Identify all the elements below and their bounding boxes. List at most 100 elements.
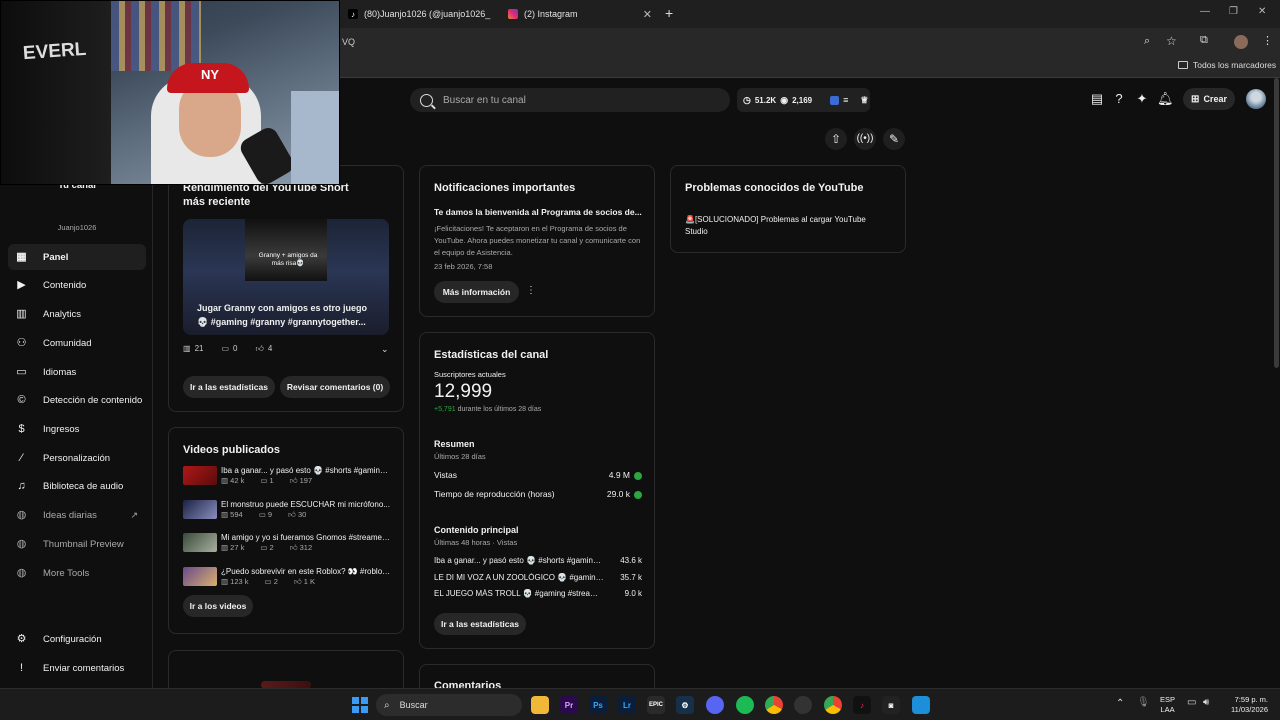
bell-icon[interactable]: 🔔︎ [1157, 91, 1174, 107]
windows-start-icon[interactable] [352, 697, 368, 713]
go-to-videos-button[interactable]: Ir a los videos [183, 595, 253, 617]
metric-row: Vistas 4.9 M [434, 470, 642, 480]
help-icon[interactable]: ? [1111, 91, 1127, 107]
top-content-row[interactable]: Iba a ganar... y pasó esto 💀 #shorts #ga… [434, 556, 642, 565]
photos-icon[interactable] [912, 696, 930, 714]
create-post-icon[interactable]: ✎ [883, 128, 905, 150]
clock[interactable]: 7:59 p. m. 11/03/2026 [1224, 695, 1268, 715]
subs-delta-suffix: durante los últimos 28 días [457, 406, 542, 413]
page-scrollbar[interactable] [1274, 78, 1279, 368]
tab-instagram[interactable]: (2) Instagram ✕ [508, 4, 652, 24]
volume-icon[interactable]: 🔊︎ [1203, 697, 1209, 708]
extension-icon: ◍ [16, 537, 27, 550]
top-content-row[interactable]: EL JUEGO MÁS TROLL 💀 #gaming #streamer #… [434, 589, 642, 598]
webcam-overlay: EVERL NY [0, 0, 340, 185]
video-stats: ▥ 42 k ▭ 1 👍︎ 197 [221, 476, 313, 485]
url-text[interactable]: VQ [342, 37, 355, 47]
realtime-stats-pill[interactable]: ◷ 51.2K ◉ 2,169 ≡ ♕ [737, 88, 870, 112]
extension-badge-icon[interactable] [830, 95, 840, 105]
obs-icon[interactable] [794, 696, 812, 714]
short-thumbnail[interactable]: Granny + amigos da más risa💀 Jugar Grann… [183, 219, 389, 335]
app-icon[interactable]: ◙ [882, 696, 900, 714]
gear-icon: ⚙ [16, 632, 27, 645]
browser-menu-icon[interactable]: ⋮ [1262, 34, 1273, 47]
list-item[interactable]: El monstruo puede ESCUCHAR mi micrófono.… [183, 500, 393, 528]
chevron-down-icon[interactable]: ⌄ [381, 344, 389, 355]
sidebar-item-more-tools[interactable]: ◍ More Tools [8, 560, 146, 586]
review-comments-button[interactable]: Revisar comentarios (0) [280, 376, 390, 398]
content-icon: ▶ [17, 278, 26, 291]
sparkle-icon[interactable]: ✦ [1134, 91, 1150, 107]
sidebar-item-personalizacion[interactable]: ⁄ Personalización [8, 445, 146, 471]
channel-search-input[interactable]: Buscar en tu canal [410, 88, 730, 112]
trophy-icon[interactable]: ♕ [860, 95, 868, 106]
ideas-icon: ◍ [16, 508, 27, 521]
more-info-button[interactable]: Más información [434, 281, 519, 303]
minimize-icon[interactable]: — [1200, 6, 1210, 17]
extensions-icon[interactable]: ⧉ [1200, 34, 1208, 47]
sidebar-item-deteccion[interactable]: © Detección de contenido [8, 387, 146, 413]
spotify-icon[interactable] [736, 696, 754, 714]
metric-label: Tiempo de reproducción (horas) [434, 489, 555, 499]
top-content-value: 35.7 k [620, 573, 642, 582]
subtitles-icon[interactable]: ▤ [1089, 91, 1105, 107]
sidebar-item-comunidad[interactable]: ⚇ Comunidad [8, 330, 146, 356]
sidebar-item-label: Contenido [43, 279, 87, 291]
shelf-figures [111, 1, 201, 71]
list-item[interactable]: Iba a ganar... y pasó esto 💀 #shorts #ga… [183, 466, 393, 494]
language-indicator[interactable]: ESP LAA [1160, 695, 1175, 715]
top-content-row[interactable]: LE DI MI VOZ A UN ZOOLÓGICO 💀 #gaming #j… [434, 573, 642, 582]
go-to-stats-button[interactable]: Ir a las estadísticas [434, 613, 526, 635]
more-options-icon[interactable]: ⋮ [526, 285, 536, 296]
close-tab-icon[interactable]: ✕ [643, 8, 652, 21]
card-title: Videos publicados [183, 444, 280, 456]
tray-chevron-icon[interactable]: ⌃ [1116, 698, 1124, 709]
taskbar-search[interactable]: ⌕ Buscar [376, 694, 522, 716]
account-avatar[interactable] [1246, 89, 1266, 109]
upload-icon[interactable]: ⇧ [825, 128, 847, 150]
sort-icon[interactable]: ≡ [843, 95, 848, 105]
restore-icon[interactable]: ❐ [1229, 6, 1238, 17]
subtitles-icon: ▭ [16, 365, 27, 378]
create-button[interactable]: ⊞ Crear [1183, 88, 1235, 110]
zoom-icon[interactable]: ⌕ [1144, 35, 1150, 48]
chrome-profile-icon[interactable] [824, 696, 842, 714]
sidebar-item-idiomas[interactable]: ▭ Idiomas [8, 359, 146, 385]
sidebar-item-thumbnail-preview[interactable]: ◍ Thumbnail Preview [8, 531, 146, 557]
photoshop-icon[interactable]: Ps [589, 696, 607, 714]
all-bookmarks-button[interactable]: Todos los marcadores [1178, 60, 1276, 70]
lightroom-icon[interactable]: Lr [618, 696, 636, 714]
steam-icon[interactable]: ⚙ [676, 696, 694, 714]
tiktok-icon[interactable]: ♪ [853, 696, 871, 714]
file-explorer-icon[interactable] [531, 696, 549, 714]
list-item[interactable]: Mi amigo y yo si fueramos Gnomos #stream… [183, 533, 393, 561]
sidebar-item-biblioteca-audio[interactable]: ♫ Biblioteca de audio [8, 473, 146, 499]
go-to-stats-button[interactable]: Ir a las estadísticas [183, 376, 275, 398]
wall [291, 91, 339, 184]
profile-avatar[interactable] [1234, 35, 1248, 49]
microphone-icon[interactable]: 🎙︎ [1137, 697, 1150, 708]
video-title: Iba a ganar... y pasó esto 💀 #shorts #ga… [221, 466, 391, 475]
tab-tiktok[interactable]: ♪ (80)Juanjo1026 (@juanjo1026_ [348, 4, 496, 24]
sidebar-item-configuracion[interactable]: ⚙ Configuración [8, 626, 146, 652]
sidebar-item-contenido[interactable]: ▶ Contenido [8, 272, 146, 298]
sidebar-item-enviar-comentarios[interactable]: ! Enviar comentarios [8, 655, 146, 681]
close-window-icon[interactable]: ✕ [1258, 6, 1266, 17]
video-thumbnail [183, 567, 217, 586]
sidebar-item-analytics[interactable]: ▥ Analytics [8, 301, 146, 327]
epic-games-icon[interactable]: EPIC [647, 696, 665, 714]
known-issue-item[interactable]: 🚨[SOLUCIONADO] Problemas al cargar YouTu… [685, 214, 885, 238]
list-item[interactable]: ¿Puedo sobrevivir en este Roblox? 👀 #rob… [183, 567, 393, 595]
discord-icon[interactable] [706, 696, 724, 714]
sidebar-item-ingresos[interactable]: $ Ingresos [8, 416, 146, 442]
sidebar-item-label: More Tools [43, 567, 90, 579]
new-tab-button[interactable]: + [665, 5, 673, 21]
sidebar-item-ideas-diarias[interactable]: ◍ Ideas diarias ↗ [8, 502, 146, 528]
sidebar-item-panel[interactable]: ▦ Panel [8, 244, 146, 270]
chrome-icon[interactable] [765, 696, 783, 714]
bookmark-star-icon[interactable]: ☆ [1166, 34, 1177, 48]
go-live-icon[interactable]: ((•)) [854, 128, 876, 150]
network-icon[interactable]: ▭ [1187, 697, 1196, 708]
premiere-icon[interactable]: Pr [560, 696, 578, 714]
notification-headline[interactable]: Te damos la bienvenida al Programa de so… [434, 207, 644, 217]
